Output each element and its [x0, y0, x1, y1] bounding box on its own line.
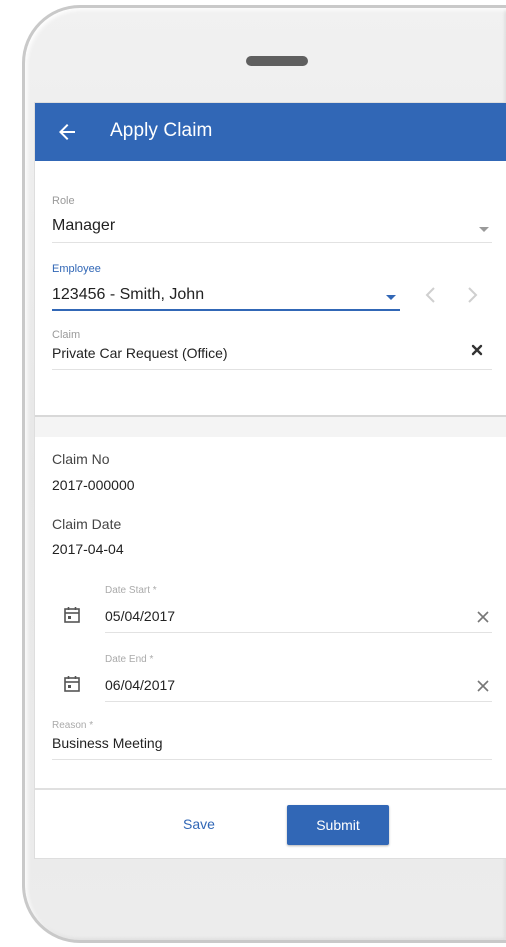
date-end-clear-icon[interactable] [476, 679, 490, 693]
employee-select[interactable]: 123456 - Smith, John [52, 286, 204, 304]
claim-no-value: 2017-000000 [52, 477, 135, 493]
phone-speaker [246, 56, 308, 66]
submit-button[interactable]: Submit [287, 805, 389, 845]
calendar-icon[interactable] [63, 606, 81, 624]
employee-underline [52, 309, 400, 311]
form-footer: Save Submit [35, 788, 506, 858]
chevron-left-icon[interactable] [424, 286, 438, 304]
date-end-input[interactable]: 06/04/2017 [105, 677, 175, 693]
reason-underline [52, 759, 492, 760]
section-divider [35, 415, 506, 437]
calendar-icon[interactable] [63, 675, 81, 693]
date-start-input[interactable]: 05/04/2017 [105, 608, 175, 624]
claim-date-label: Claim Date [52, 516, 122, 532]
role-underline [52, 242, 492, 243]
save-button[interactable]: Save [183, 816, 215, 832]
reason-input[interactable]: Business Meeting [52, 735, 163, 751]
page-title: Apply Claim [110, 120, 213, 141]
date-start-clear-icon[interactable] [476, 610, 490, 624]
claim-no-label: Claim No [52, 451, 110, 467]
date-end-underline [105, 701, 492, 702]
chevron-right-icon[interactable] [465, 286, 479, 304]
role-select[interactable]: Manager [52, 217, 115, 235]
app-bar: Apply Claim [35, 103, 506, 161]
role-dropdown-icon[interactable] [479, 227, 489, 232]
date-start-underline [105, 632, 492, 633]
app-screen: Apply Claim Role Manager Employee 123456… [35, 103, 506, 858]
employee-dropdown-icon[interactable] [386, 295, 396, 300]
role-label: Role [52, 195, 75, 207]
date-start-label: Date Start * [105, 585, 157, 596]
claim-label: Claim [52, 329, 81, 341]
claim-underline [52, 369, 492, 370]
reason-label: Reason * [52, 720, 94, 731]
employee-label: Employee [52, 263, 101, 275]
claim-select[interactable]: Private Car Request (Office) [52, 345, 228, 361]
claim-clear-icon[interactable] [471, 344, 483, 356]
date-end-label: Date End * [105, 654, 154, 665]
arrow-left-icon[interactable] [55, 120, 79, 144]
claim-date-value: 2017-04-04 [52, 541, 124, 557]
